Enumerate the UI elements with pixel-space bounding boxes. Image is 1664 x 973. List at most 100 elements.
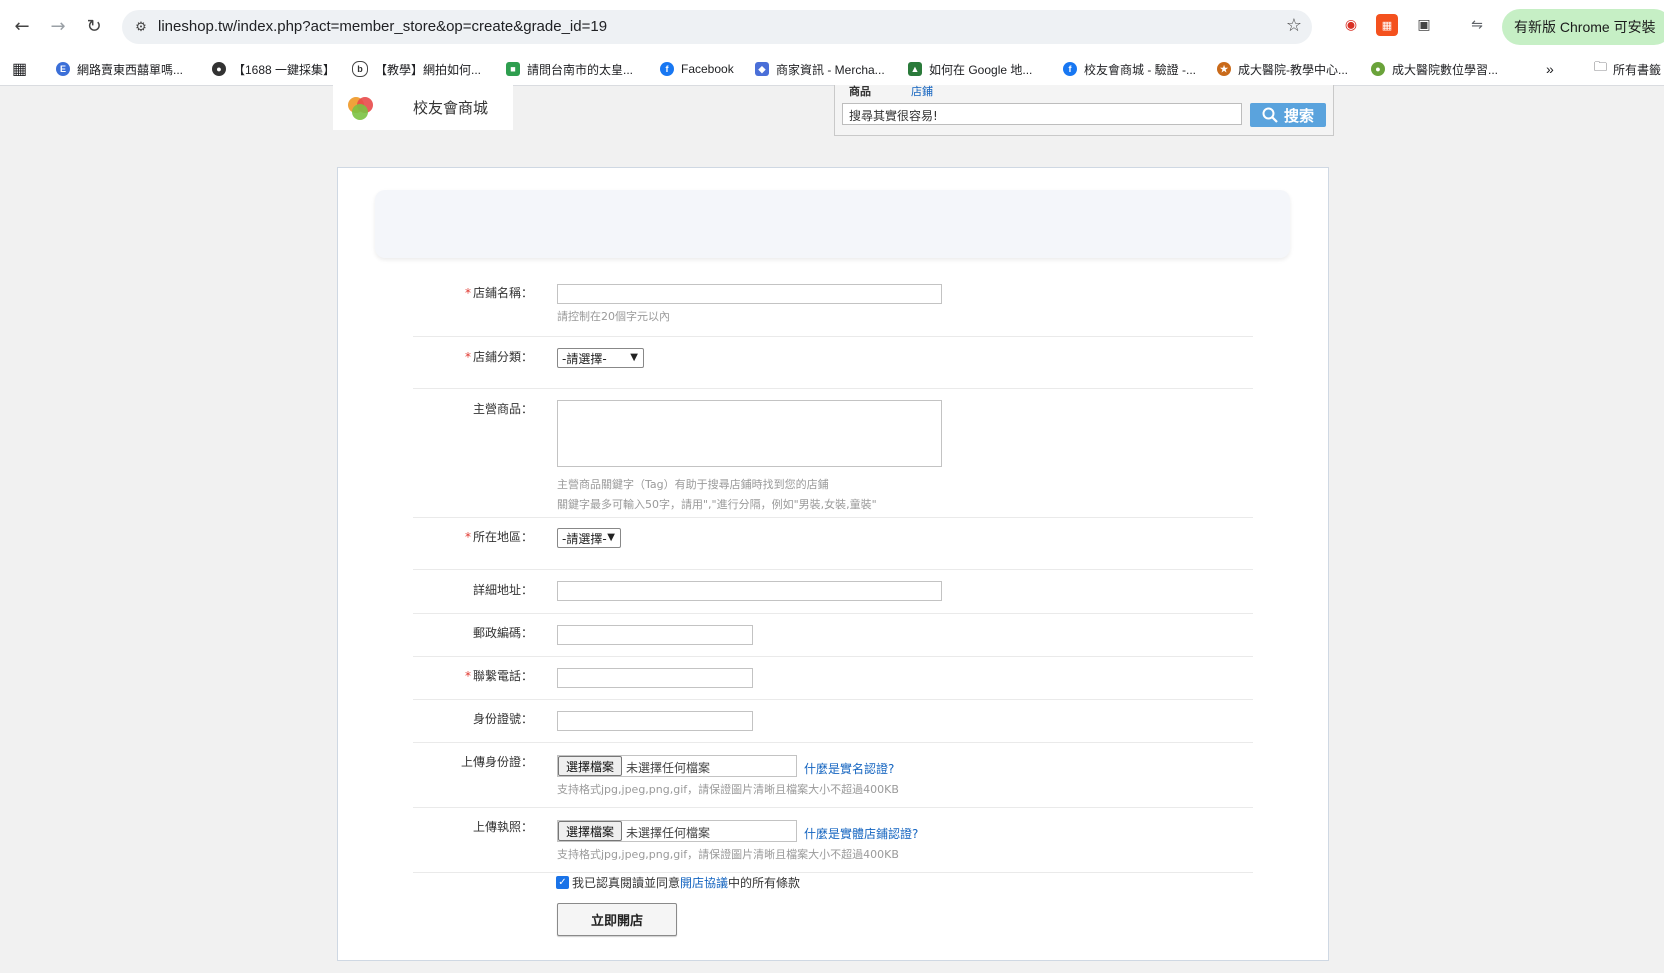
chevron-down-icon: ▼ — [630, 352, 638, 363]
store-name-row: * 店鋪名稱： 請控制在20個字元以內 — [413, 284, 1253, 337]
upload-license-hint: 支持格式jpg,jpeg,png,gif，請保證圖片清晰且檔案大小不超過400K… — [557, 848, 899, 861]
bookmark-label: 請問台南市的太皇... — [527, 62, 634, 77]
address-label: 詳細地址： — [472, 583, 533, 597]
bookmark-item[interactable]: ■ 請問台南市的太皇... — [506, 60, 633, 78]
address-bar[interactable]: ⚙ lineshop.tw/index.php?act=member_store… — [122, 10, 1312, 44]
bookmark-item[interactable]: ▲ 如何在 Google 地... — [908, 60, 1032, 78]
more-bookmarks-icon[interactable]: » — [1546, 60, 1554, 78]
logo-dots-icon — [348, 97, 373, 120]
site-info-icon[interactable]: ⚙ — [130, 16, 152, 38]
apps-grid-icon[interactable]: ▦ — [12, 60, 27, 78]
chevron-down-icon: ▼ — [607, 532, 615, 543]
search-tab-stores[interactable]: 店鋪 — [911, 83, 933, 99]
store-name-hint: 請控制在20個字元以內 — [557, 310, 670, 323]
search-placeholder: 搜尋其實很容易! — [849, 109, 938, 123]
phone-label: * 聯繫電話： — [464, 669, 533, 683]
main-products-textarea[interactable] — [557, 400, 942, 467]
maps-favicon-icon: ▲ — [908, 62, 922, 76]
search-button[interactable]: 搜索 — [1250, 103, 1326, 127]
upload-license-status: 未選擇任何檔案 — [626, 826, 711, 840]
upload-id-status: 未選擇任何檔案 — [626, 761, 711, 775]
open-store-button[interactable]: 立即開店 — [557, 903, 677, 936]
bookmark-item[interactable]: ◆ 商家資訊 - Mercha... — [755, 60, 885, 78]
forward-icon[interactable]: → — [44, 12, 72, 40]
phone-input[interactable] — [557, 668, 753, 688]
bookmark-label: 校友會商城 - 驗證 -... — [1084, 62, 1196, 77]
region-value: -請選擇- — [562, 531, 607, 546]
postcode-label: 郵政編碼： — [472, 626, 533, 640]
bookmark-item[interactable]: f 校友會商城 - 驗證 -... — [1063, 60, 1196, 78]
address-row: 詳細地址： — [413, 571, 1253, 614]
bookmark-item[interactable]: ● 【1688 一鍵採集】 — [212, 60, 335, 78]
main-products-hint-1: 主營商品關鍵字（Tag）有助于搜尋店鋪時找到您的店鋪 — [557, 478, 829, 491]
agreement-row: ✓ 我已認真閱讀並同意 開店協議 中的所有條款 — [556, 874, 800, 891]
store-category-value: -請選擇- — [562, 351, 607, 366]
notice-banner — [375, 190, 1290, 258]
agreement-suffix: 中的所有條款 — [728, 876, 801, 890]
extensions-puzzle-icon[interactable]: ▣ — [1413, 14, 1435, 36]
store-name-input[interactable] — [557, 284, 942, 304]
facebook-favicon-icon: f — [1063, 62, 1077, 76]
main-products-hint-2: 關鍵字最多可輸入50字，請用","進行分隔，例如"男裝,女裝,童裝" — [557, 498, 877, 511]
broadcast-extension-icon[interactable]: ◉ — [1340, 14, 1362, 36]
upload-id-file-input[interactable]: 選擇檔案 未選擇任何檔案 — [557, 755, 797, 777]
region-select[interactable]: -請選擇- ▼ — [557, 528, 621, 548]
merchant-favicon-icon: ◆ — [755, 62, 769, 76]
all-bookmarks-folder[interactable]: 🗀 所有書籤 — [1594, 59, 1661, 78]
agreement-checkbox[interactable]: ✓ — [556, 876, 569, 889]
browser-toolbar: ← → ↻ ⚙ lineshop.tw/index.php?act=member… — [0, 0, 1664, 54]
upload-license-label: 上傳執照： — [472, 820, 533, 834]
id-number-input[interactable] — [557, 711, 753, 731]
hospital-favicon-icon: ★ — [1217, 62, 1231, 76]
bookmark-label: 網路賣東西囍單嗎... — [77, 62, 184, 77]
upload-id-label: 上傳身份證： — [460, 755, 533, 769]
search-tab-goods[interactable]: 商品 — [849, 83, 871, 99]
bookmark-label: 【教學】網拍如何... — [375, 62, 482, 77]
elearning-favicon-icon: ● — [1371, 62, 1385, 76]
upload-id-hint: 支持格式jpg,jpeg,png,gif，請保證圖片清晰且檔案大小不超過400K… — [557, 783, 899, 796]
bookmark-label: 成大醫院數位學習... — [1392, 62, 1499, 77]
globe-favicon-icon: ● — [212, 62, 226, 76]
address-input[interactable] — [557, 581, 942, 601]
bookmark-item[interactable]: ★ 成大醫院-教學中心... — [1217, 60, 1348, 78]
main-products-label: 主營商品： — [472, 402, 533, 416]
postcode-row: 郵政編碼： — [413, 614, 1253, 657]
bookmark-item[interactable]: f Facebook — [660, 60, 734, 78]
search-input[interactable]: 搜尋其實很容易! — [842, 103, 1242, 125]
search-panel: 商品 店鋪 搜尋其實很容易! 搜索 — [834, 85, 1334, 136]
realname-verification-link[interactable]: 什麼是實名認證? — [804, 760, 894, 777]
search-button-label: 搜索 — [1283, 106, 1314, 125]
downloads-icon[interactable]: ⇋ — [1466, 14, 1488, 36]
url-text[interactable]: lineshop.tw/index.php?act=member_store&o… — [158, 18, 607, 35]
id-number-label: 身份證號： — [472, 712, 533, 726]
bookmark-label: 【1688 一鍵採集】 — [233, 62, 336, 77]
more-bookmarks-label: » — [1546, 61, 1554, 77]
postcode-input[interactable] — [557, 625, 753, 645]
calendar-extension-icon[interactable]: ▦ — [1376, 14, 1398, 36]
bookmark-item[interactable]: E 網路賣東西囍單嗎... — [56, 60, 183, 78]
phone-row: * 聯繫電話： — [413, 657, 1253, 700]
upload-id-row: 上傳身份證： 選擇檔案 未選擇任何檔案 什麼是實名認證? 支持格式jpg,jpe… — [413, 743, 1253, 808]
store-category-select[interactable]: -請選擇- ▼ — [557, 348, 644, 368]
bookmark-label: 商家資訊 - Mercha... — [776, 62, 885, 77]
store-create-card: * 店鋪名稱： 請控制在20個字元以內 * 店鋪分類： -請選擇- ▼ 主營商品： 主… — [337, 167, 1329, 961]
b-favicon-icon: b — [352, 61, 368, 77]
upload-license-file-input[interactable]: 選擇檔案 未選擇任何檔案 — [557, 820, 797, 842]
store-verification-link[interactable]: 什麼是實體店鋪認證? — [804, 825, 918, 842]
bookmark-star-icon[interactable]: ☆ — [1286, 15, 1302, 36]
bookmarks-bar: ▦ E 網路賣東西囍單嗎... ● 【1688 一鍵採集】 b 【教學】網拍如何...… — [0, 53, 1664, 86]
upload-id-choose-button[interactable]: 選擇檔案 — [558, 756, 622, 776]
folder-icon: 🗀 — [1594, 59, 1608, 74]
store-agreement-link[interactable]: 開店協議 — [680, 874, 728, 891]
forum-favicon-icon: ■ — [506, 62, 520, 76]
back-icon[interactable]: ← — [8, 12, 36, 40]
upload-license-choose-button[interactable]: 選擇檔案 — [558, 821, 622, 841]
region-label: * 所在地區： — [464, 530, 533, 544]
bookmark-item[interactable]: ● 成大醫院數位學習... — [1371, 60, 1498, 78]
e-favicon-icon: E — [56, 62, 70, 76]
reload-icon[interactable]: ↻ — [80, 12, 108, 40]
site-logo[interactable]: 校友會商城 — [333, 85, 513, 130]
chrome-update-button[interactable]: 有新版 Chrome 可安裝 ⋮ — [1502, 9, 1664, 45]
bookmark-label: 成大醫院-教學中心... — [1238, 62, 1348, 77]
bookmark-item[interactable]: b 【教學】網拍如何... — [352, 60, 481, 78]
